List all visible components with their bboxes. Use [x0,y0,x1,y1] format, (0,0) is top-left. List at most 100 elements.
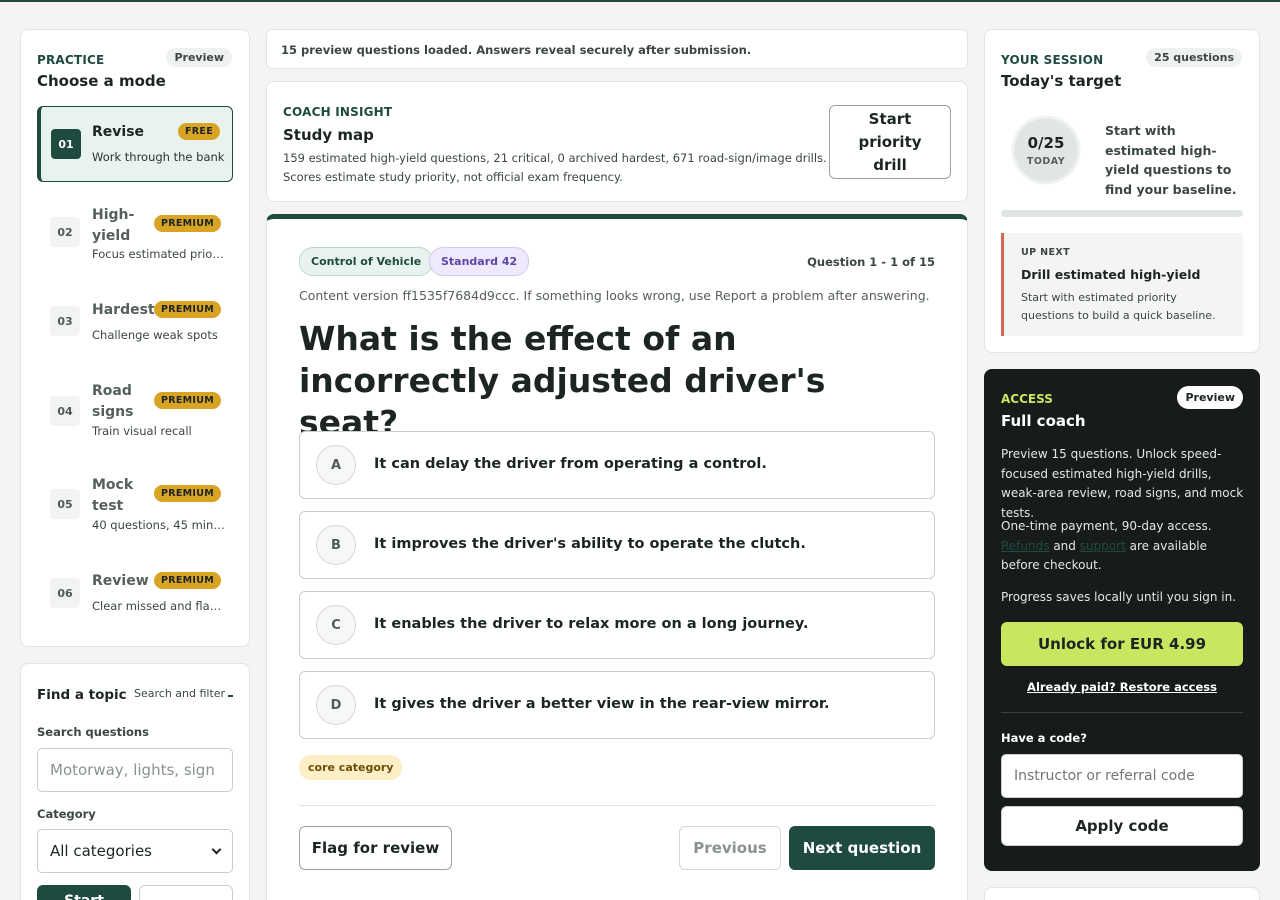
topic-hint: Search and filter [134,687,226,700]
category-select[interactable]: All categories [37,829,233,873]
answer-option-c[interactable]: C It enables the driver to relax more on… [299,591,935,659]
notice-text: 15 preview questions loaded. Answers rev… [281,43,752,57]
restore-access-link[interactable]: Already paid? Restore access [1001,680,1243,694]
premium-badge: PREMIUM [153,572,221,589]
divider [299,805,935,806]
mode-revise[interactable]: 01 Revise Work through the bank FREE [37,106,233,182]
progress-save-note: Progress saves locally until you sign in… [1001,590,1237,604]
access-description: Preview 15 questions. Unlock speed-focus… [1001,447,1244,520]
session-eyebrow: YOUR SESSION [1001,53,1104,67]
premium-badge: PREMIUM [153,392,221,409]
secondary-topic-button[interactable] [139,885,233,900]
mode-road-signs[interactable]: 04 Road signs Train visual recall PREMIU… [37,380,233,444]
session-progress-track [1001,210,1243,217]
access-preview-badge: Preview [1177,386,1243,409]
mode-number: 05 [50,489,80,519]
chevron-down-icon [211,844,222,854]
question-text: What is the effect of an incorrectly adj… [299,319,826,442]
access-title: Full coach [1001,412,1086,430]
support-link[interactable]: support [1080,539,1126,553]
option-letter: D [316,685,356,725]
referral-code-input[interactable] [1001,754,1243,798]
preview-badge: Preview [166,48,232,67]
premium-badge: PREMIUM [153,485,221,502]
up-next-box: UP NEXT Drill estimated high-yield Start… [1001,233,1243,336]
option-text: It enables the driver to relax more on a… [374,616,809,632]
search-label: Search questions [37,725,149,739]
coach-line-1: 159 estimated high-yield questions, 21 c… [283,151,827,165]
ring-label: TODAY [1026,156,1066,167]
category-value: All categories [50,842,152,860]
practice-panel: PRACTICE Choose a mode Preview 01 Revise… [20,29,250,647]
next-question-button[interactable]: Next question [789,826,935,870]
mode-title: Mock test [92,477,134,514]
option-text: It improves the driver's ability to oper… [374,536,806,552]
mode-review[interactable]: 06 Review Clear missed and flagged PREMI… [37,570,233,620]
free-badge: FREE [178,123,220,140]
mode-number: 01 [51,129,81,159]
practice-eyebrow: PRACTICE [37,53,105,67]
code-label: Have a code? [1001,731,1087,745]
mode-title: Review [92,573,149,589]
unlock-button[interactable]: Unlock for EUR 4.99 [1001,622,1243,666]
notice-bar: 15 preview questions loaded. Answers rev… [266,29,968,69]
option-text: It gives the driver a better view in the… [374,696,830,712]
mode-title: Revise [92,124,145,140]
up-next-eyebrow: UP NEXT [1021,247,1071,258]
standard-tag: Standard 42 [429,247,530,276]
access-eyebrow: ACCESS [1001,392,1053,406]
coach-insight-panel: COACH INSIGHT Study map 159 estimated hi… [266,81,968,202]
mode-hardest[interactable]: 03 Hardest Challenge weak spots PREMIUM [37,296,233,346]
option-letter: B [316,525,356,565]
answer-option-b[interactable]: B It improves the driver's ability to op… [299,511,935,579]
mode-subtitle: Focus estimated priority questions [92,247,227,261]
session-title: Today's target [1001,72,1122,90]
collapse-icon[interactable] [228,695,233,697]
answer-option-d[interactable]: D It gives the driver a better view in t… [299,671,935,739]
mode-number: 03 [50,306,80,336]
mode-subtitle: Clear missed and flagged [92,599,227,613]
ring-value: 0/25 [1027,134,1065,152]
access-divider [1001,712,1243,713]
mode-title: Road signs [92,383,134,420]
premium-badge: PREMIUM [153,215,221,232]
practice-title: Choose a mode [37,72,166,90]
mode-mock-test[interactable]: 05 Mock test 40 questions, 45 minutes PR… [37,474,233,538]
start-topic-button[interactable]: Start [37,885,131,900]
mode-subtitle: Work through the bank [92,150,225,164]
mode-number: 06 [50,578,80,608]
mode-subtitle: Challenge weak spots [92,328,218,342]
apply-code-button[interactable]: Apply code [1001,806,1243,846]
access-panel: ACCESS Full coach Preview Preview 15 que… [984,369,1260,871]
and-text: and [1053,538,1076,553]
topic-title: Find a topic [37,687,127,703]
bottom-right-panel [984,887,1260,900]
payment-text: One-time payment, 90-day access. [1001,519,1212,533]
answer-option-a[interactable]: A It can delay the driver from operating… [299,431,935,499]
mode-number: 04 [50,396,80,426]
coach-line-2: Scores estimate study priority, not offi… [283,170,623,184]
up-next-title: Drill estimated high-yield [1021,267,1201,282]
up-next-text: Start with estimated priority questions … [1021,291,1216,322]
mode-title: High- yield [92,207,135,244]
option-letter: C [316,605,356,645]
mode-subtitle: 40 questions, 45 minutes [92,518,227,532]
option-letter: A [316,445,356,485]
coach-eyebrow: COACH INSIGHT [283,105,393,119]
coach-title: Study map [283,126,374,144]
flag-for-review-button[interactable]: Flag for review [299,826,452,870]
category-label: Category [37,807,96,821]
premium-badge: PREMIUM [153,301,221,318]
start-priority-drill-button[interactable]: Start priority drill [829,105,951,179]
mode-title: Hardest [92,302,155,318]
question-card: Control of Vehicle Standard 42 Question … [266,214,968,900]
mode-high-yield[interactable]: 02 High- yield Focus estimated priority … [37,200,233,264]
session-panel: YOUR SESSION Today's target 25 questions… [984,29,1260,353]
mode-subtitle: Train visual recall [92,424,192,438]
previous-button[interactable]: Previous [679,826,781,870]
mode-number: 02 [50,217,80,247]
core-category-tag: core category [299,755,403,780]
search-input[interactable] [37,748,233,792]
question-counter: Question 1 - 1 of 15 [807,255,935,269]
refunds-link[interactable]: Refunds [1001,539,1050,553]
